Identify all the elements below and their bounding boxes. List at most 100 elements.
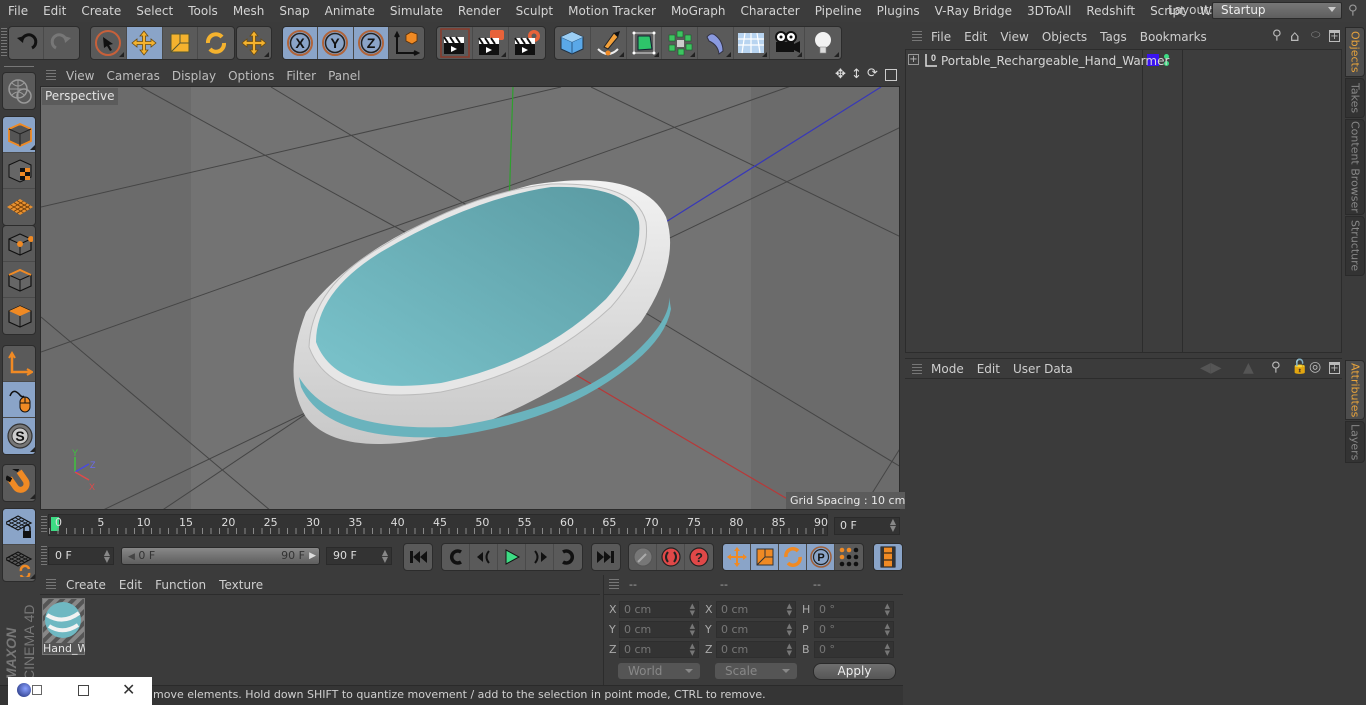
panel-grip[interactable]	[46, 70, 56, 82]
am-menu-user-data[interactable]: User Data	[1013, 362, 1073, 376]
spinner-icon[interactable]: ▲ ▼	[690, 643, 695, 657]
spinner-icon[interactable]: ▲ ▼	[690, 623, 695, 637]
deformer-button[interactable]	[698, 27, 734, 59]
spinner-icon[interactable]: ▲ ▼	[787, 643, 792, 657]
panel-grip[interactable]	[912, 364, 922, 376]
recent-tool-button[interactable]	[237, 27, 271, 59]
tab-structure[interactable]: Structure	[1345, 216, 1365, 276]
up-arrow-icon[interactable]: ▲	[1243, 360, 1254, 376]
previous-frame-button[interactable]	[470, 544, 498, 570]
position-field[interactable]: 0 cm ▲ ▼	[619, 601, 699, 618]
next-frame-button[interactable]	[526, 544, 554, 570]
close-icon[interactable]: ✕	[122, 680, 135, 699]
axis-mode-button[interactable]	[3, 346, 35, 382]
play-button[interactable]	[498, 544, 526, 570]
render-settings-button[interactable]	[509, 27, 545, 59]
cube-button[interactable]	[555, 27, 591, 59]
z-axis-lock-button[interactable]: Z	[353, 27, 389, 59]
menu-pipeline[interactable]: Pipeline	[807, 4, 869, 18]
menu-redshift[interactable]: Redshift	[1078, 4, 1142, 18]
tab-objects[interactable]: Objects	[1345, 27, 1365, 77]
material-menu-edit[interactable]: Edit	[119, 578, 142, 592]
workplane-mode-button[interactable]	[3, 189, 35, 225]
make-editable-button[interactable]	[3, 73, 35, 109]
search-icon[interactable]: ⚲	[1272, 28, 1282, 43]
next-keyframe-button[interactable]	[554, 544, 582, 570]
panel-grip[interactable]	[609, 579, 619, 591]
size-field[interactable]: 0 cm ▲ ▼	[716, 601, 796, 618]
home-icon[interactable]: ⌂	[1290, 27, 1300, 45]
timeline-window-button[interactable]	[874, 544, 902, 570]
transport-grip[interactable]	[41, 546, 47, 566]
record-settings-button[interactable]	[629, 544, 657, 570]
om-menu-objects[interactable]: Objects	[1042, 30, 1087, 44]
link-icon[interactable]: ⬭	[1311, 28, 1320, 42]
coordinate-space-dropdown[interactable]: World	[618, 663, 700, 679]
render-picture-viewer-button[interactable]	[473, 27, 509, 59]
rotation-field[interactable]: 0 ° ▲ ▼	[814, 601, 894, 618]
light-button[interactable]	[805, 27, 841, 59]
tweak-mode-button[interactable]	[3, 382, 35, 418]
coordinate-system-button[interactable]	[389, 27, 424, 59]
search-icon[interactable]: ⚲	[1271, 360, 1281, 375]
previous-keyframe-button[interactable]	[442, 544, 470, 570]
subdivision-button[interactable]	[627, 27, 663, 59]
tab-takes[interactable]: Takes	[1345, 78, 1365, 118]
model-mode-button[interactable]	[3, 117, 35, 153]
om-menu-file[interactable]: File	[931, 30, 951, 44]
spinner-icon[interactable]: ▲ ▼	[885, 623, 890, 637]
solo-mode-button[interactable]: S	[3, 418, 35, 454]
menu-render[interactable]: Render	[450, 4, 508, 18]
live-selection-button[interactable]	[91, 27, 127, 59]
expand-icon[interactable]: +	[908, 54, 919, 65]
polygons-mode-button[interactable]	[3, 298, 35, 334]
pen-button[interactable]	[591, 27, 627, 59]
rotation-field[interactable]: 0 ° ▲ ▼	[814, 641, 894, 658]
menu-create[interactable]: Create	[73, 4, 128, 18]
spinner-icon[interactable]: ▲ ▼	[787, 623, 792, 637]
om-menu-bookmarks[interactable]: Bookmarks	[1140, 30, 1207, 44]
rotation-field[interactable]: 0 ° ▲ ▼	[814, 621, 894, 638]
viewport-menu-cameras[interactable]: Cameras	[106, 69, 159, 83]
om-menu-edit[interactable]: Edit	[964, 30, 987, 44]
position-field[interactable]: 0 cm ▲ ▼	[619, 641, 699, 658]
cloner-button[interactable]	[662, 27, 698, 59]
current-frame-field[interactable]: 0 F ▲ ▼	[834, 517, 900, 535]
key-move-button[interactable]	[723, 544, 751, 570]
tab-content-browser[interactable]: Content Browser	[1345, 119, 1365, 215]
keyframe-selection-button[interactable]: ?	[685, 544, 713, 570]
3d-viewport[interactable]: Y Z X	[40, 86, 900, 510]
menu-animate[interactable]: Animate	[317, 4, 382, 18]
spinner-icon[interactable]: ▲ ▼	[885, 603, 890, 617]
menu-select[interactable]: Select	[128, 4, 180, 18]
floor-button[interactable]	[734, 27, 770, 59]
snap-button[interactable]	[3, 465, 35, 501]
am-menu-edit[interactable]: Edit	[977, 362, 1000, 376]
toolbar-grip[interactable]	[4, 66, 34, 68]
spinner-icon[interactable]: ▲ ▼	[885, 643, 890, 657]
rotate-tool-button[interactable]	[198, 27, 234, 59]
timeline-grip[interactable]	[41, 516, 47, 534]
menu-character[interactable]: Character	[732, 4, 806, 18]
camera-label[interactable]: Perspective	[42, 88, 118, 105]
material-menu-create[interactable]: Create	[66, 578, 106, 592]
column-divider[interactable]	[1142, 49, 1143, 353]
viewport-menu-filter[interactable]: Filter	[286, 69, 316, 83]
range-right-arrow[interactable]: ▶	[309, 548, 316, 564]
redo-button[interactable]	[44, 27, 79, 59]
om-menu-view[interactable]: View	[1000, 30, 1028, 44]
key-param-button[interactable]: P	[807, 544, 835, 570]
key-scale-button[interactable]	[751, 544, 779, 570]
viewport-menu-panel[interactable]: Panel	[328, 69, 360, 83]
key-rotate-button[interactable]	[779, 544, 807, 570]
panel-grip[interactable]	[46, 579, 56, 591]
range-left-arrow[interactable]: ◀	[128, 552, 135, 562]
new-panel-icon[interactable]: +	[1329, 30, 1340, 42]
zoom-view-icon[interactable]: ↕	[851, 67, 862, 82]
move-tool-button[interactable]	[126, 27, 163, 59]
menu-edit[interactable]: Edit	[35, 4, 73, 18]
maximize-view-icon[interactable]	[885, 69, 897, 81]
om-menu-tags[interactable]: Tags	[1100, 30, 1127, 44]
object-name[interactable]: Portable_Rechargeable_Hand_Warmer	[941, 54, 1169, 68]
position-field[interactable]: 0 cm ▲ ▼	[619, 621, 699, 638]
